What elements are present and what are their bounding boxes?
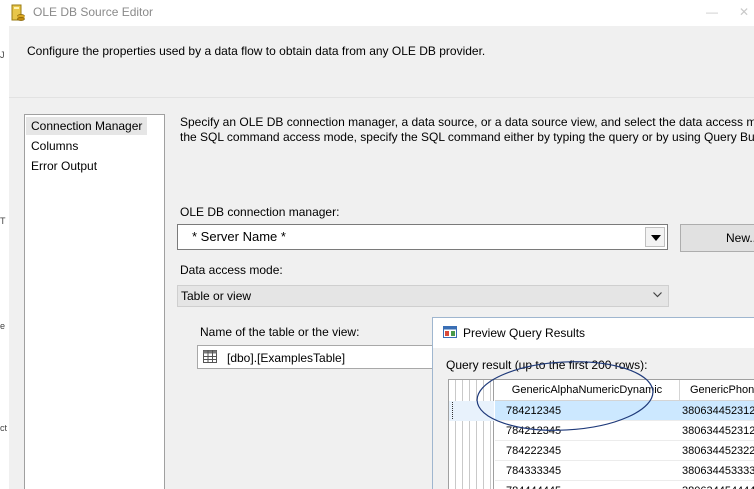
preview-window-title: Preview Query Results	[463, 326, 586, 340]
dropdown-button[interactable]	[645, 227, 665, 247]
nav-item-error-output[interactable]: Error Output	[26, 157, 97, 175]
nav-item-connection-manager[interactable]: Connection Manager	[26, 117, 147, 135]
header-divider	[9, 97, 754, 98]
table-row[interactable]: 784444445 380634454444	[495, 481, 754, 489]
database-source-icon	[11, 4, 25, 21]
new-connection-button[interactable]: New...	[680, 224, 754, 252]
preview-content: Query result (up to the first 200 rows):…	[433, 348, 754, 489]
table-name-dropdown[interactable]: [dbo].[ExamplesTable]	[197, 345, 447, 369]
title-bar[interactable]: OLE DB Source Editor — ✕	[0, 0, 754, 26]
background-glyph: T	[0, 216, 6, 226]
table-cell: 380634452312	[682, 405, 754, 417]
background-glyph: ct	[0, 423, 8, 433]
table-name-label: Name of the table or the view:	[200, 325, 360, 339]
data-access-mode-select[interactable]: Table or view	[177, 285, 669, 307]
query-result-label: Query result (up to the first 200 rows):	[446, 358, 648, 372]
page-navigation-list[interactable]: Connection Manager Columns Error Output	[24, 114, 165, 489]
connection-manager-label: OLE DB connection manager:	[180, 205, 340, 219]
table-cell: 784212345	[506, 425, 562, 437]
table-row[interactable]: 784212345 380634452312	[495, 401, 754, 421]
results-grid[interactable]: GenericAlphaNumericDynamic GenericPhone …	[448, 379, 754, 489]
row-header-column	[449, 380, 494, 489]
connection-manager-value: * Server Name *	[192, 229, 286, 244]
close-button[interactable]: ✕	[735, 4, 753, 20]
table-cell: 380634454444	[682, 481, 754, 489]
column-header[interactable]: GenericPhone	[680, 380, 754, 401]
window-title: OLE DB Source Editor	[33, 5, 154, 19]
connection-manager-dropdown[interactable]: * Server Name *	[177, 224, 668, 250]
table-name-value: [dbo].[ExamplesTable]	[227, 351, 346, 365]
table-row[interactable]: 784333345 380634453333	[495, 461, 754, 481]
table-row[interactable]: 784222345 380634452322	[495, 441, 754, 461]
background-glyph: J	[0, 50, 5, 60]
dialog-description: Configure the properties used by a data …	[27, 44, 486, 58]
data-access-mode-label: Data access mode:	[180, 263, 283, 277]
preview-query-results-window[interactable]: Preview Query Results Query result (up t…	[432, 317, 754, 489]
table-cell: 784333345	[506, 465, 562, 477]
table-cell: 380634452312	[682, 425, 754, 437]
table-icon	[203, 350, 217, 363]
preview-title-bar[interactable]: Preview Query Results	[433, 318, 754, 348]
table-row[interactable]: 784212345 380634452312	[495, 421, 754, 441]
table-cell: 784222345	[506, 445, 562, 457]
background-glyph: e	[0, 321, 6, 331]
minimize-button[interactable]: —	[703, 4, 721, 20]
intro-text-line: the SQL command access mode, specify the…	[180, 130, 754, 144]
column-header[interactable]: GenericAlphaNumericDynamic	[495, 380, 680, 401]
chevron-down-icon	[653, 292, 662, 298]
data-access-mode-value: Table or view	[181, 289, 252, 303]
table-cell: 380634453333	[682, 465, 754, 477]
intro-text-line: Specify an OLE DB connection manager, a …	[180, 115, 754, 129]
table-cell: 784212345	[506, 405, 562, 417]
table-cell: 380634452322	[682, 445, 754, 457]
nav-item-columns[interactable]: Columns	[26, 137, 78, 155]
table-cell: 784444445	[506, 481, 561, 489]
chevron-down-icon	[651, 235, 661, 241]
window-icon	[443, 326, 457, 338]
background-window-edge: J T e ct	[0, 26, 9, 489]
